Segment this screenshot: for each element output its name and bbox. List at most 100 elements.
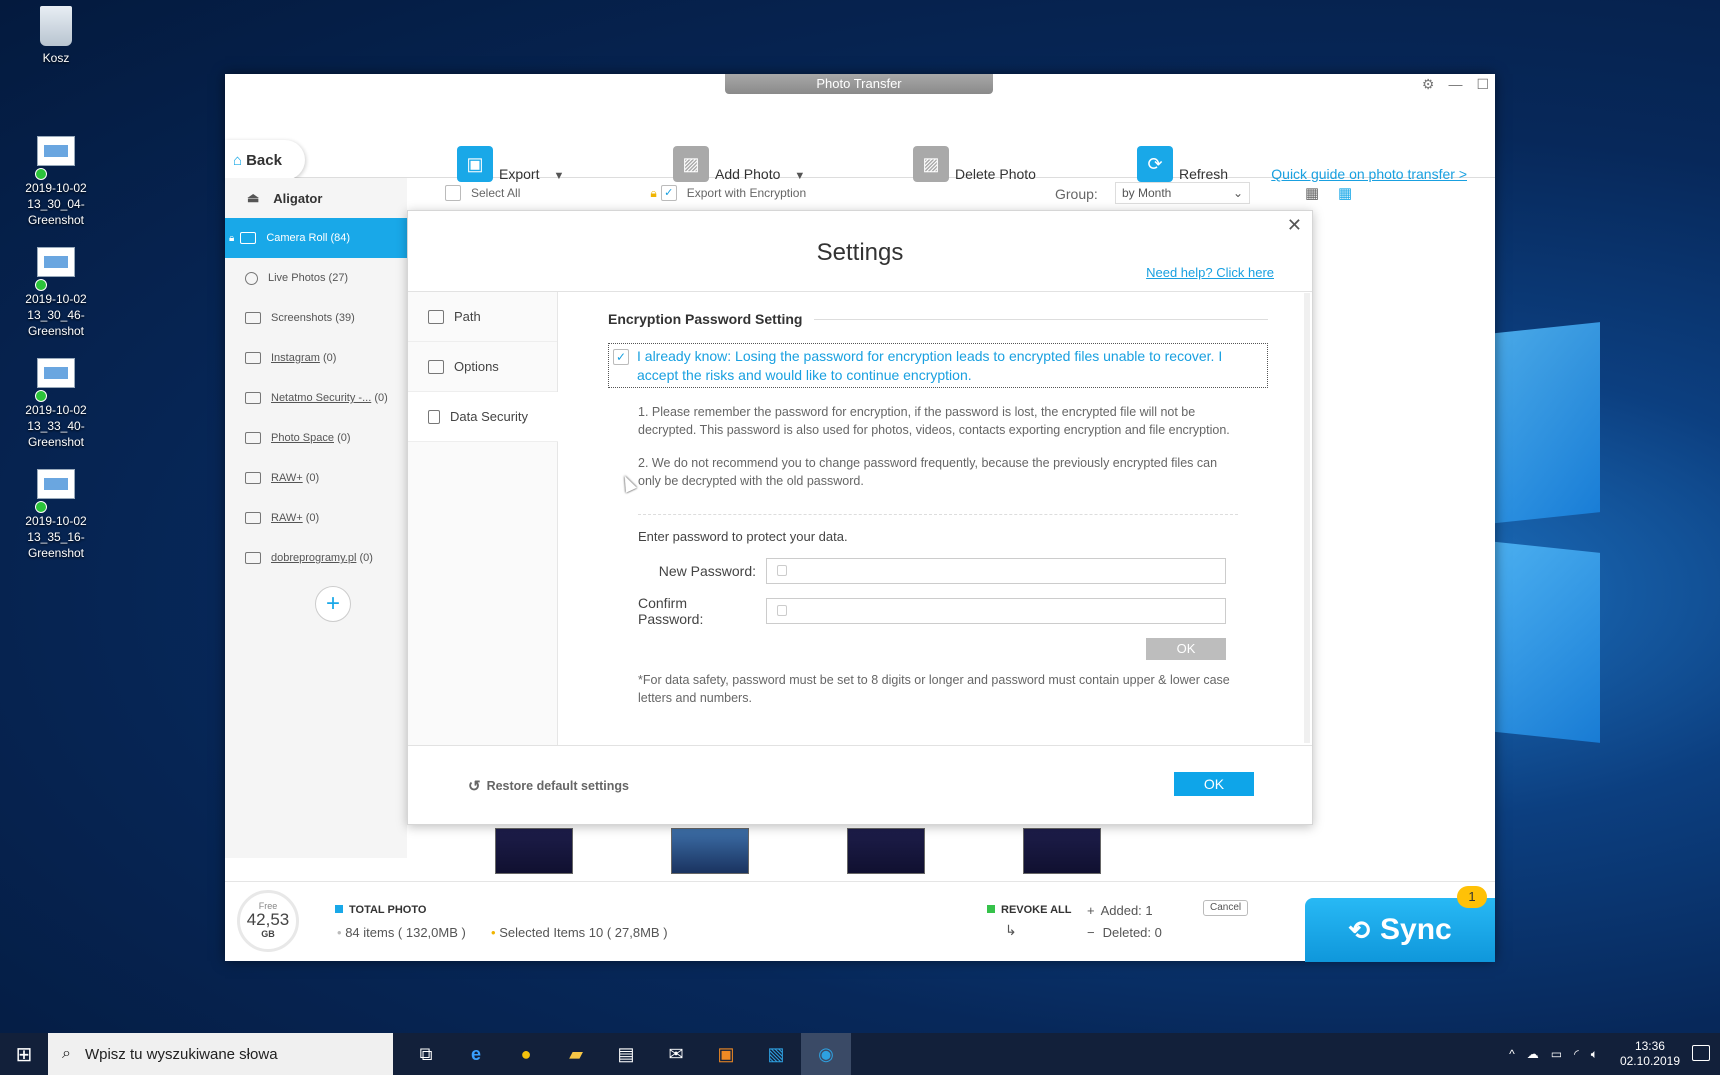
device-name[interactable]: ⏏ Aligator <box>225 178 407 218</box>
network-icon[interactable]: ◜ <box>1574 1047 1579 1061</box>
sync-count-badge: 1 <box>1457 886 1487 908</box>
store-icon[interactable]: ▤ <box>601 1033 651 1075</box>
clock[interactable]: 13:36 02.10.2019 <box>1620 1039 1680 1069</box>
new-password-row: New Password: <box>638 558 1226 584</box>
desktop-icon-screenshot-2[interactable]: 2019-10-02 13_30_46-Greenshot <box>10 241 102 339</box>
undo-arrow-icon: ↳ <box>1005 922 1017 938</box>
total-photo-label: TOTAL PHOTO <box>335 904 426 916</box>
group-select[interactable]: by Month ⌄ <box>1115 182 1250 204</box>
sidebar-item-live-photos[interactable]: Live Photos (27) <box>225 258 407 298</box>
export-encryption-checkbox[interactable]: ✓ <box>660 185 677 201</box>
export-icon: ▣ <box>457 146 493 182</box>
help-link[interactable]: Need help? Click here <box>1146 265 1274 280</box>
data-security-panel: Encryption Password Setting ✓ I already … <box>608 311 1268 741</box>
lock-icon <box>428 409 440 424</box>
notification-icon[interactable] <box>1692 1045 1710 1061</box>
options-icon <box>428 359 444 374</box>
album-sidebar: ⏏ Aligator 🔒︎ Camera Roll (84) Live Phot… <box>225 178 407 858</box>
password-ok-button[interactable]: OK <box>1146 638 1226 660</box>
task-view-icon[interactable]: ⧉ <box>401 1033 451 1075</box>
accept-risk-checkbox[interactable]: ✓ I already know: Losing the password fo… <box>608 343 1268 388</box>
add-album-button[interactable]: + <box>315 586 351 622</box>
sidebar-item-photo-space[interactable]: Photo Space (0) <box>225 418 407 458</box>
delete-photo-button[interactable]: ▨ Delete Photo <box>913 146 1036 182</box>
grid-small-view-icon[interactable]: ▦ <box>1338 184 1352 202</box>
title-bar: Photo Transfer ⚙ — ☐ <box>225 74 1495 98</box>
photo-thumbnail[interactable] <box>495 828 573 874</box>
start-button[interactable]: ⊞ <box>0 1033 48 1075</box>
legend-square <box>987 905 995 913</box>
windows-icon: ⊞ <box>15 1043 33 1066</box>
home-icon: ⌂ <box>233 151 243 169</box>
photo-thumbnail[interactable] <box>847 828 925 874</box>
confirm-password-input[interactable] <box>766 598 1226 624</box>
mail-icon[interactable]: ✉ <box>651 1033 701 1075</box>
sync-button[interactable]: ⟲ Sync 1 <box>1305 886 1495 962</box>
confirm-password-label: Confirm Password: <box>638 595 704 627</box>
total-items-text: • 84 items ( 132,0MB ) <box>337 925 466 940</box>
desktop-icon-screenshot-4[interactable]: 2019-10-02 13_35_16-Greenshot <box>10 463 102 561</box>
system-tray: ^ ☁ ▭ ◜ 🔈︎ 13:36 02.10.2019 <box>1509 1033 1680 1075</box>
desktop-icon-recycle-bin[interactable]: Kosz <box>10 6 102 66</box>
cancel-button[interactable]: Cancel <box>1203 900 1249 916</box>
delete-photo-icon: ▨ <box>913 146 949 182</box>
settings-gear-icon[interactable]: ⚙ <box>1422 76 1435 93</box>
phototransfer-app-icon[interactable]: ◉ <box>801 1033 851 1075</box>
sidebar-item-raw-1[interactable]: RAW+ (0) <box>225 458 407 498</box>
restore-default-button[interactable]: ↺ Restore default settings <box>468 777 629 795</box>
back-label: Back <box>246 151 282 169</box>
back-button[interactable]: ⌂ Back <box>225 140 305 180</box>
close-icon[interactable]: ✕ <box>1287 215 1302 236</box>
desktop-icon-label: 2019-10-02 13_30_46-Greenshot <box>25 292 87 338</box>
lock-icon: 🔒︎ <box>650 185 657 200</box>
scrollbar[interactable] <box>1304 293 1310 743</box>
desktop-icon-screenshot-3[interactable]: 2019-10-02 13_33_40-Greenshot <box>10 352 102 450</box>
greenshot-icon[interactable]: ▧ <box>751 1033 801 1075</box>
maximize-button[interactable]: ☐ <box>1476 76 1489 93</box>
chrome-icon[interactable]: ● <box>501 1033 551 1075</box>
settings-ok-button[interactable]: OK <box>1174 772 1254 796</box>
volume-icon[interactable]: 🔈︎ <box>1591 1047 1598 1062</box>
cloud-icon[interactable]: ☁ <box>1527 1047 1539 1061</box>
sidebar-item-instagram[interactable]: Instagram (0) <box>225 338 407 378</box>
settings-tab-path[interactable]: Path <box>408 292 557 342</box>
grid-large-view-icon[interactable]: ▦ <box>1305 184 1319 202</box>
sidebar-item-screenshots[interactable]: Screenshots (39) <box>225 298 407 338</box>
settings-tab-data-security[interactable]: Data Security <box>408 392 558 442</box>
edge-icon[interactable]: e <box>451 1033 501 1075</box>
album-icon <box>245 552 261 564</box>
sidebar-item-dobreprogramy[interactable]: dobreprogramy.pl (0) <box>225 538 407 578</box>
revoke-all-button[interactable]: REVOKE ALL <box>987 904 1072 916</box>
selected-items-text: • Selected Items 10 ( 27,8MB ) <box>491 925 668 940</box>
photo-thumbnail[interactable] <box>1023 828 1101 874</box>
export-encryption-label: Export with Encryption <box>686 186 807 200</box>
legend-square <box>335 905 343 913</box>
minimize-button[interactable]: — <box>1448 76 1462 93</box>
new-password-input[interactable] <box>766 558 1226 584</box>
add-photo-button[interactable]: ▨ Add Photo ▼ <box>673 146 805 182</box>
free-space-gauge: Free 42,53 GB <box>237 890 299 952</box>
eject-icon[interactable]: ⏏ <box>247 190 259 206</box>
battery-icon[interactable]: ▭ <box>1551 1047 1562 1061</box>
sidebar-item-netatmo[interactable]: Netatmo Security -... (0) <box>225 378 407 418</box>
search-icon: ⌕ <box>62 1045 71 1062</box>
lock-icon <box>777 605 788 616</box>
photo-thumbnail[interactable] <box>671 828 749 874</box>
password-rule-text: *For data safety, password must be set t… <box>638 673 1230 705</box>
refresh-button[interactable]: ⟳ Refresh <box>1137 146 1228 182</box>
confirm-password-row: Confirm Password: <box>638 595 1226 627</box>
sidebar-item-camera-roll[interactable]: 🔒︎ Camera Roll (84) <box>225 218 407 258</box>
chevron-up-icon[interactable]: ^ <box>1509 1047 1515 1061</box>
photo-thumbnails <box>495 828 1101 874</box>
sidebar-item-raw-2[interactable]: RAW+ (0) <box>225 498 407 538</box>
album-icon <box>245 472 261 484</box>
desktop-icon-screenshot-1[interactable]: 2019-10-02 13_30_04-Greenshot <box>10 130 102 228</box>
album-icon <box>245 392 261 404</box>
note-1: 1. Please remember the password for encr… <box>638 405 1230 437</box>
photos-app-icon[interactable]: ▣ <box>701 1033 751 1075</box>
settings-tab-options[interactable]: Options <box>408 342 557 392</box>
export-button[interactable]: ▣ Export ▼ <box>457 146 564 182</box>
file-explorer-icon[interactable]: ▰ <box>551 1033 601 1075</box>
select-all-checkbox[interactable] <box>445 185 461 201</box>
taskbar-search[interactable]: ⌕ Wpisz tu wyszukiwane słowa <box>48 1033 393 1075</box>
